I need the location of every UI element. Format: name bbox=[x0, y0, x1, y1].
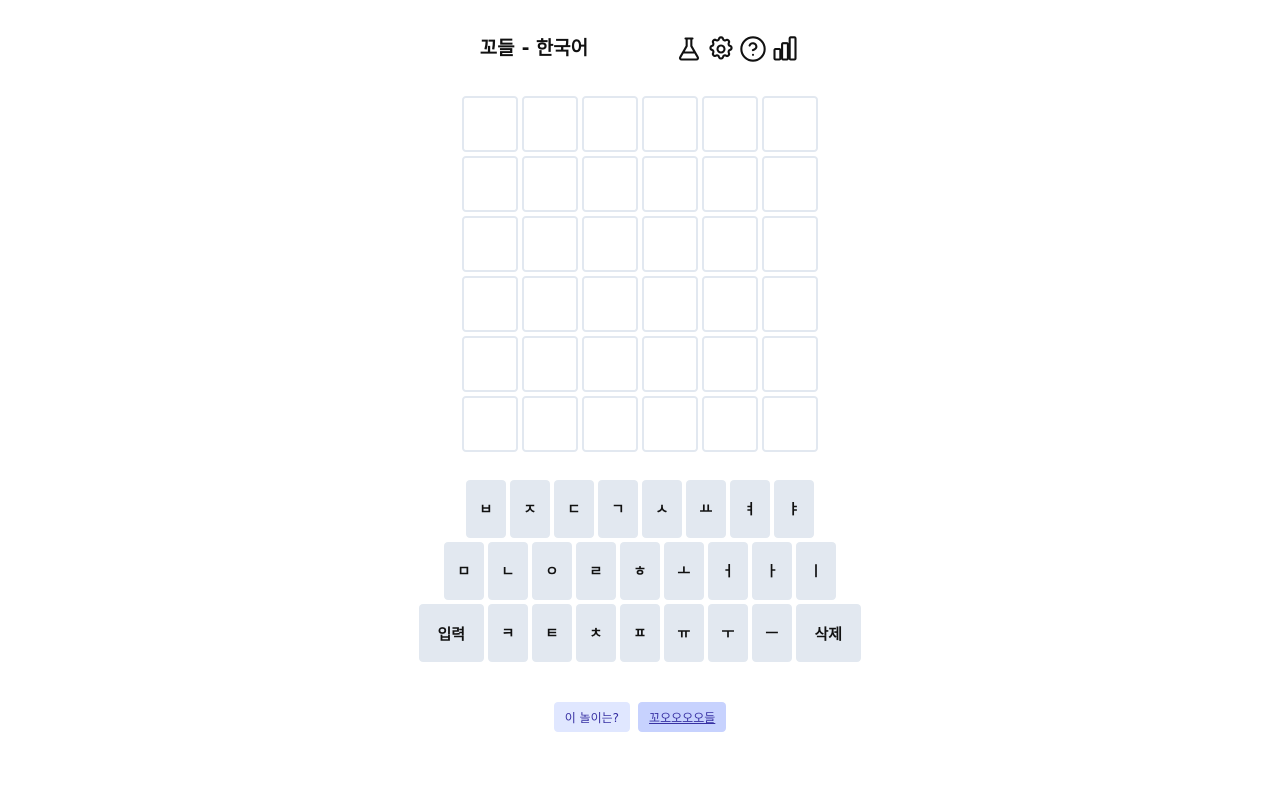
key-button[interactable]: ㅠ bbox=[664, 604, 704, 662]
header-icons bbox=[674, 34, 799, 64]
gear-icon[interactable] bbox=[706, 34, 735, 63]
grid-cell bbox=[642, 336, 698, 392]
grid-cell bbox=[702, 96, 758, 152]
key-button[interactable]: ㅇ bbox=[532, 542, 572, 600]
grid-cell bbox=[702, 216, 758, 272]
grid-cell bbox=[582, 336, 638, 392]
key-button[interactable]: ㅣ bbox=[796, 542, 836, 600]
delete-key-button[interactable]: 삭제 bbox=[796, 604, 861, 662]
grid-cell bbox=[582, 276, 638, 332]
grid-cell bbox=[702, 396, 758, 452]
key-button[interactable]: ㅋ bbox=[488, 604, 528, 662]
help-circle-icon[interactable] bbox=[738, 34, 767, 63]
grid-cell bbox=[522, 156, 578, 212]
key-button[interactable]: ㅂ bbox=[466, 480, 506, 538]
key-button[interactable]: ㄷ bbox=[554, 480, 594, 538]
flask-icon[interactable] bbox=[674, 34, 703, 63]
grid-cell bbox=[762, 216, 818, 272]
grid-cell bbox=[762, 276, 818, 332]
key-button[interactable]: ㅗ bbox=[664, 542, 704, 600]
key-button[interactable]: ㅕ bbox=[730, 480, 770, 538]
grid-cell bbox=[522, 276, 578, 332]
grid-cell bbox=[642, 396, 698, 452]
grid-cell bbox=[642, 96, 698, 152]
grid-cell bbox=[702, 156, 758, 212]
grid-cell bbox=[522, 396, 578, 452]
grid-cell bbox=[582, 396, 638, 452]
keyboard-row-1: ㅂ ㅈ ㄷ ㄱ ㅅ ㅛ ㅕ ㅑ bbox=[0, 480, 1280, 538]
keyboard: ㅂ ㅈ ㄷ ㄱ ㅅ ㅛ ㅕ ㅑ ㅁ ㄴ ㅇ ㄹ ㅎ ㅗ ㅓ ㅏ ㅣ 입력 ㅋ ㅌ… bbox=[0, 480, 1280, 666]
key-button[interactable]: ㅈ bbox=[510, 480, 550, 538]
key-button[interactable]: ㄹ bbox=[576, 542, 616, 600]
grid-cell bbox=[762, 336, 818, 392]
grid-cell bbox=[642, 276, 698, 332]
key-button[interactable]: ㅓ bbox=[708, 542, 748, 600]
grid-cell bbox=[762, 396, 818, 452]
long-mode-link[interactable]: 꼬오오오오들 bbox=[638, 702, 727, 732]
enter-key-button[interactable]: 입력 bbox=[419, 604, 484, 662]
grid-cell bbox=[702, 276, 758, 332]
grid-cell bbox=[582, 216, 638, 272]
grid-cell bbox=[462, 96, 518, 152]
keyboard-row-2: ㅁ ㄴ ㅇ ㄹ ㅎ ㅗ ㅓ ㅏ ㅣ bbox=[0, 542, 1280, 600]
grid-cell bbox=[582, 156, 638, 212]
page-title: 꼬들 - 한국어 bbox=[480, 37, 589, 59]
grid-cell bbox=[462, 396, 518, 452]
grid-cell bbox=[462, 216, 518, 272]
about-button[interactable]: 이 놀이는? bbox=[553, 702, 631, 732]
key-button[interactable]: ㅍ bbox=[620, 604, 660, 662]
key-button[interactable]: ㄴ bbox=[488, 542, 528, 600]
grid-cell bbox=[462, 276, 518, 332]
app-root: 꼬들 - 한국어 ㅂ ㅈ ㄷ ㄱ ㅅ ㅛ ㅕ ㅑ ㅁ ㄴ ㅇ ㄹ ㅎ ㅗ ㅓ ㅏ… bbox=[0, 0, 1280, 800]
key-button[interactable]: ㅡ bbox=[752, 604, 792, 662]
bar-chart-icon[interactable] bbox=[770, 34, 799, 63]
key-button[interactable]: ㅊ bbox=[576, 604, 616, 662]
header: 꼬들 - 한국어 bbox=[480, 30, 800, 66]
grid-cell bbox=[762, 156, 818, 212]
grid-cell bbox=[642, 216, 698, 272]
key-button[interactable]: ㅎ bbox=[620, 542, 660, 600]
key-button[interactable]: ㅌ bbox=[532, 604, 572, 662]
grid-cell bbox=[462, 336, 518, 392]
key-button[interactable]: ㅑ bbox=[774, 480, 814, 538]
grid-cell bbox=[582, 96, 638, 152]
key-button[interactable]: ㅜ bbox=[708, 604, 748, 662]
grid-cell bbox=[642, 156, 698, 212]
grid-cell bbox=[462, 156, 518, 212]
grid-cell bbox=[522, 336, 578, 392]
guess-grid bbox=[462, 96, 818, 452]
footer: 이 놀이는? 꼬오오오오들 bbox=[0, 702, 1280, 732]
grid-cell bbox=[522, 216, 578, 272]
grid-cell bbox=[522, 96, 578, 152]
grid-cell bbox=[762, 96, 818, 152]
key-button[interactable]: ㄱ bbox=[598, 480, 638, 538]
grid-cell bbox=[702, 336, 758, 392]
key-button[interactable]: ㅅ bbox=[642, 480, 682, 538]
key-button[interactable]: ㅁ bbox=[444, 542, 484, 600]
key-button[interactable]: ㅏ bbox=[752, 542, 792, 600]
key-button[interactable]: ㅛ bbox=[686, 480, 726, 538]
keyboard-row-3: 입력 ㅋ ㅌ ㅊ ㅍ ㅠ ㅜ ㅡ 삭제 bbox=[0, 604, 1280, 662]
